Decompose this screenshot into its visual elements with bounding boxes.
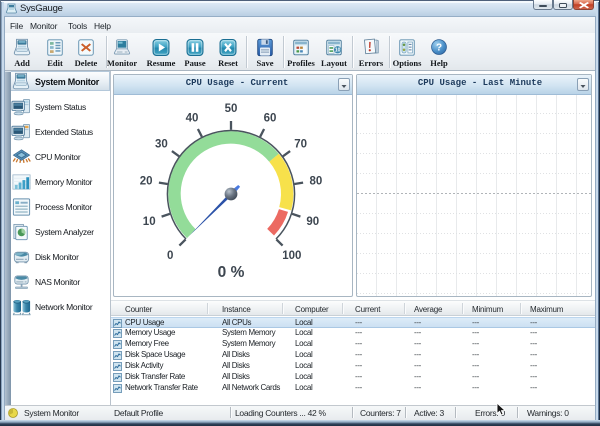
svg-text:50: 50 bbox=[225, 103, 238, 115]
svg-text:70: 70 bbox=[294, 139, 307, 151]
svg-text:40: 40 bbox=[186, 113, 199, 125]
svg-text:60: 60 bbox=[264, 113, 277, 125]
svg-text:0: 0 bbox=[167, 250, 173, 262]
svg-text:10: 10 bbox=[335, 48, 341, 54]
svg-text:80: 80 bbox=[310, 176, 323, 188]
svg-text:0 %: 0 % bbox=[218, 264, 245, 281]
svg-text:90: 90 bbox=[306, 216, 319, 228]
svg-text:20: 20 bbox=[140, 176, 153, 188]
svg-text:100: 100 bbox=[282, 250, 301, 262]
svg-text:30: 30 bbox=[155, 139, 168, 151]
svg-text:?: ? bbox=[436, 43, 442, 54]
svg-text:10: 10 bbox=[143, 216, 156, 228]
